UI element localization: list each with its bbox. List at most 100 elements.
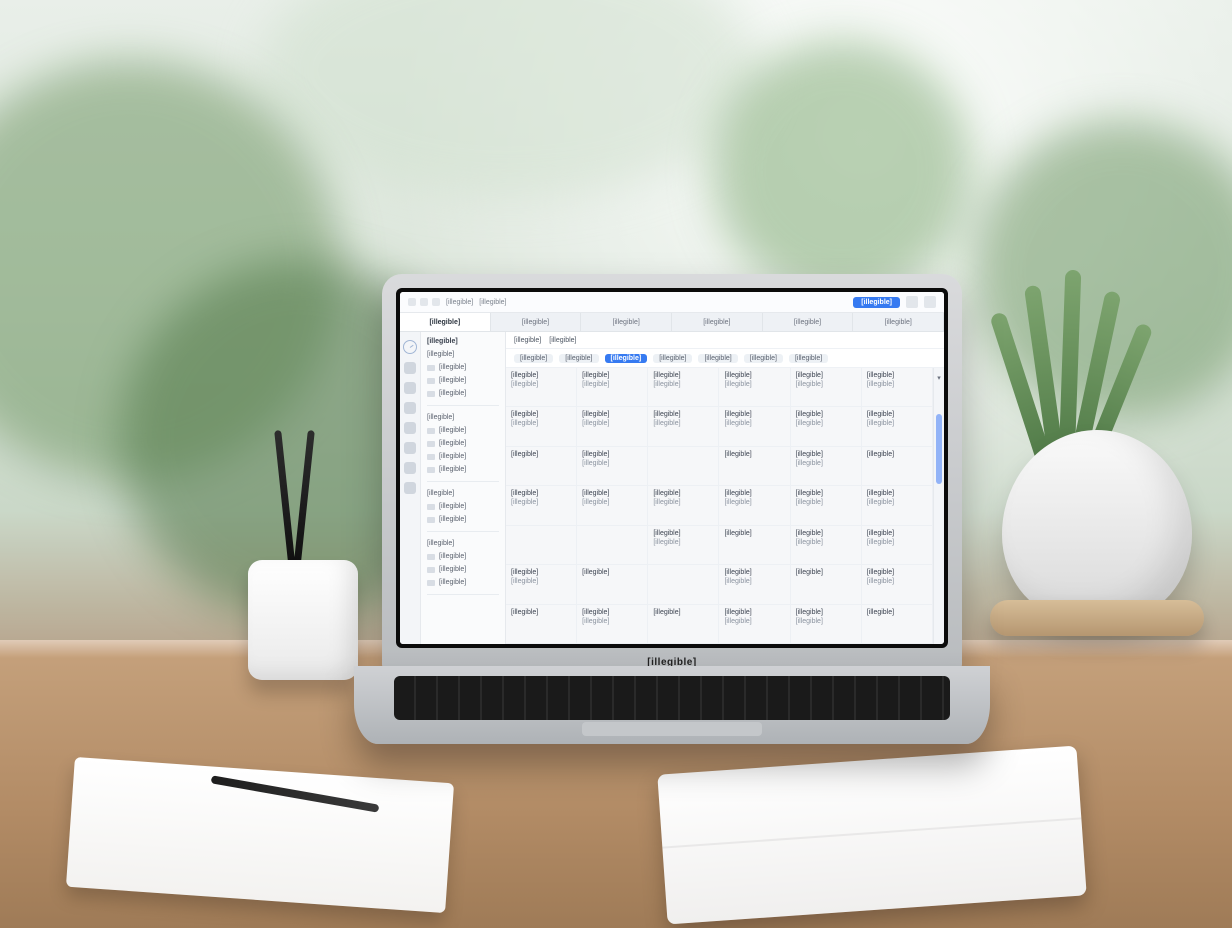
background-foliage bbox=[712, 40, 972, 300]
tab[interactable]: [illegible] bbox=[400, 313, 491, 331]
grid-cell[interactable]: [illegible] bbox=[719, 447, 790, 486]
grid-cell[interactable]: [illegible][illegible] bbox=[719, 565, 790, 604]
rail-icon[interactable] bbox=[404, 462, 416, 474]
grid-cell[interactable]: [illegible][illegible] bbox=[791, 447, 862, 486]
grid-cell[interactable]: [illegible] bbox=[506, 447, 577, 486]
grid-cell[interactable]: [illegible][illegible] bbox=[577, 486, 648, 525]
grid-cell[interactable]: [illegible] bbox=[862, 447, 933, 486]
grid-cell[interactable]: [illegible][illegible] bbox=[506, 407, 577, 446]
app-window: [illegible] [illegible] [illegible] [ill… bbox=[400, 292, 944, 644]
tab[interactable]: [illegible] bbox=[672, 313, 763, 331]
primary-action-button[interactable]: [illegible] bbox=[853, 297, 900, 308]
tab[interactable]: [illegible] bbox=[581, 313, 672, 331]
vertical-scrollbar[interactable]: ▾ bbox=[933, 368, 944, 644]
notebook bbox=[657, 746, 1086, 925]
grid-cell[interactable]: [illegible][illegible] bbox=[862, 565, 933, 604]
sidebar-item[interactable]: [illegible] bbox=[427, 377, 499, 384]
clock-icon[interactable] bbox=[403, 340, 417, 354]
grid-cell[interactable]: [illegible][illegible] bbox=[506, 368, 577, 407]
grid-cell[interactable] bbox=[577, 526, 648, 565]
grid-cell[interactable]: [illegible][illegible] bbox=[648, 486, 719, 525]
grid-cell[interactable] bbox=[648, 565, 719, 604]
sidebar-item[interactable]: [illegible] bbox=[427, 466, 499, 473]
grid-cell[interactable]: [illegible][illegible] bbox=[791, 368, 862, 407]
grid-cell[interactable]: [illegible][illegible] bbox=[791, 407, 862, 446]
grid-cell[interactable]: [illegible] bbox=[506, 605, 577, 644]
grid-cell[interactable]: [illegible] bbox=[791, 565, 862, 604]
grid-cell[interactable]: [illegible][illegible] bbox=[506, 486, 577, 525]
sidebar-item[interactable]: [illegible] bbox=[427, 566, 499, 573]
rail-icon[interactable] bbox=[404, 382, 416, 394]
trackpad[interactable] bbox=[582, 722, 762, 736]
sidebar-item[interactable]: [illegible] bbox=[427, 440, 499, 447]
sidebar-item[interactable]: [illegible] bbox=[427, 364, 499, 371]
cell-line-2: [illegible] bbox=[582, 420, 642, 427]
sidebar-item[interactable]: [illegible] bbox=[427, 503, 499, 510]
sidebar-item[interactable]: [illegible] bbox=[427, 516, 499, 523]
grid-cell[interactable]: [illegible][illegible] bbox=[719, 368, 790, 407]
window-controls[interactable] bbox=[408, 298, 440, 306]
rail-icon[interactable] bbox=[404, 482, 416, 494]
sidebar-item[interactable]: [illegible] bbox=[427, 579, 499, 586]
rail-icon[interactable] bbox=[404, 362, 416, 374]
cell-line-1: [illegible] bbox=[796, 530, 856, 537]
rail-icon[interactable] bbox=[404, 402, 416, 414]
tab[interactable]: [illegible] bbox=[763, 313, 854, 331]
keyboard[interactable] bbox=[394, 676, 950, 720]
breadcrumb-item[interactable]: [illegible] bbox=[549, 337, 576, 344]
grid-cell[interactable]: [illegible][illegible] bbox=[719, 486, 790, 525]
filter-chip[interactable]: [illegible] bbox=[605, 354, 648, 363]
grid-cell[interactable]: [illegible][illegible] bbox=[648, 526, 719, 565]
grid-cell[interactable]: [illegible] [illegible] bbox=[791, 526, 862, 565]
menu-icon[interactable] bbox=[924, 296, 936, 308]
cell-line-1: [illegible] bbox=[796, 490, 856, 497]
grid-cell[interactable]: [illegible] bbox=[648, 605, 719, 644]
grid-cell[interactable]: [illegible][illegible] bbox=[862, 407, 933, 446]
grid-cell[interactable]: [illegible][illegible] bbox=[577, 447, 648, 486]
cell-line-1: [illegible] bbox=[796, 609, 856, 616]
filter-chip[interactable]: [illegible] bbox=[653, 354, 692, 363]
window-control-icon[interactable] bbox=[420, 298, 428, 306]
cell-line-2: [illegible] bbox=[582, 381, 642, 388]
cell-line-2: [illegible] bbox=[796, 539, 856, 546]
sidebar-item[interactable]: [illegible] bbox=[427, 390, 499, 397]
sidebar-item[interactable]: [illegible] bbox=[427, 453, 499, 460]
window-control-icon[interactable] bbox=[432, 298, 440, 306]
cell-line-2: [illegible] bbox=[867, 499, 927, 506]
grid-cell[interactable]: [illegible][illegible] bbox=[648, 407, 719, 446]
grid-cell[interactable]: [illegible][illegible] bbox=[719, 605, 790, 644]
grid-cell[interactable] bbox=[506, 526, 577, 565]
filter-chip[interactable]: [illegible] bbox=[789, 354, 828, 363]
grid-cell[interactable]: [illegible][illegible] bbox=[577, 605, 648, 644]
window-control-icon[interactable] bbox=[408, 298, 416, 306]
grid-cell[interactable]: [illegible][illegible] bbox=[862, 486, 933, 525]
filter-chip[interactable]: [illegible] bbox=[744, 354, 783, 363]
tab[interactable]: [illegible] bbox=[853, 313, 944, 331]
rail-icon[interactable] bbox=[404, 422, 416, 434]
grid-cell[interactable]: [illegible][illegible] bbox=[577, 368, 648, 407]
tab[interactable]: [illegible] bbox=[491, 313, 582, 331]
grid-cell[interactable]: [illegible][illegible] bbox=[791, 486, 862, 525]
grid-cell[interactable]: [illegible][illegible] bbox=[862, 526, 933, 565]
grid-cell[interactable]: [illegible] bbox=[577, 565, 648, 604]
toolbar-icon[interactable] bbox=[906, 296, 918, 308]
grid-cell[interactable]: [illegible][illegible] bbox=[506, 565, 577, 604]
filter-chip[interactable]: [illegible] bbox=[514, 354, 553, 363]
filter-chip[interactable]: [illegible] bbox=[559, 354, 598, 363]
rail-icon[interactable] bbox=[404, 442, 416, 454]
filter-chip[interactable]: [illegible] bbox=[698, 354, 737, 363]
grid-cell[interactable]: [illegible][illegible] bbox=[791, 605, 862, 644]
cell-line-2: [illegible] bbox=[582, 460, 642, 467]
grid-cell[interactable]: [illegible] bbox=[719, 526, 790, 565]
grid-cell[interactable]: [illegible][illegible] bbox=[719, 407, 790, 446]
grid-cell[interactable]: [illegible] bbox=[862, 605, 933, 644]
grid-cell[interactable]: [illegible][illegible] bbox=[577, 407, 648, 446]
sidebar-item[interactable]: [illegible] bbox=[427, 553, 499, 560]
grid-cell[interactable]: [illegible][illegible] bbox=[648, 368, 719, 407]
chevron-down-icon[interactable]: ▾ bbox=[934, 374, 944, 382]
grid-cell[interactable] bbox=[648, 447, 719, 486]
sidebar-heading: [illegible] bbox=[427, 338, 499, 345]
grid-cell[interactable]: [illegible][illegible] bbox=[862, 368, 933, 407]
breadcrumb-item[interactable]: [illegible] bbox=[514, 337, 541, 344]
sidebar-item[interactable]: [illegible] bbox=[427, 427, 499, 434]
